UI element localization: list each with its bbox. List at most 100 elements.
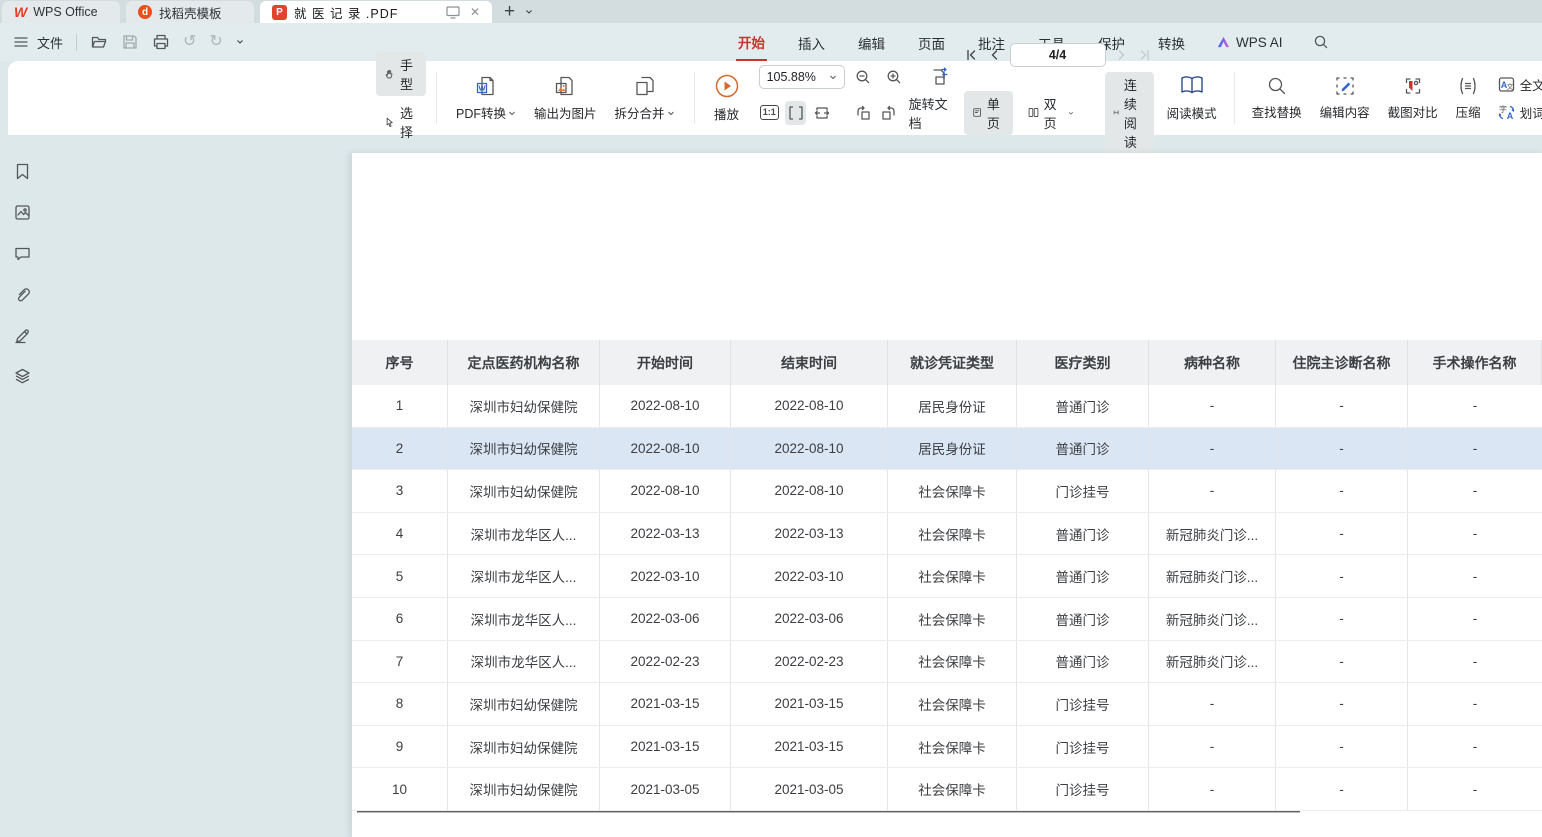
read-mode-button[interactable]: 阅读模式 xyxy=(1158,68,1226,128)
double-page-label: 双页 xyxy=(1044,94,1063,132)
open-file-icon[interactable] xyxy=(90,33,108,51)
play-button[interactable]: 播放 xyxy=(705,68,749,128)
menu-tab-edit[interactable]: 编辑 xyxy=(856,24,887,60)
edit-content-button[interactable]: 编辑内容 xyxy=(1311,68,1379,128)
cell: - xyxy=(1276,641,1408,683)
actual-size-button[interactable]: 1:1 xyxy=(759,101,780,125)
cell: 2021-03-15 xyxy=(731,683,888,725)
rotate-right-button[interactable] xyxy=(878,101,899,125)
zoom-in-button[interactable] xyxy=(881,65,907,89)
cell: - xyxy=(1149,385,1276,427)
cell: 门诊挂号 xyxy=(1017,470,1149,512)
cell: 居民身份证 xyxy=(888,428,1017,470)
select-tool-button[interactable]: 选择 xyxy=(376,100,426,144)
cell: - xyxy=(1408,768,1542,810)
cell: - xyxy=(1276,598,1408,640)
screenshot-compare-button[interactable]: 截图对比 xyxy=(1379,68,1447,128)
replace-page-button[interactable] xyxy=(926,65,952,89)
full-translate-button[interactable]: A文 全文翻译 xyxy=(1498,75,1542,94)
menu-tab-convert[interactable]: 转换 xyxy=(1156,24,1187,60)
double-page-button[interactable]: 双页 xyxy=(1020,91,1082,135)
cell: 普通门诊 xyxy=(1017,385,1149,427)
tab-document-active[interactable]: P 就 医 记 录 .PDF ✕ xyxy=(260,1,492,23)
read-mode-label: 阅读模式 xyxy=(1167,103,1217,122)
attachments-icon[interactable] xyxy=(12,284,32,304)
rotate-left-button[interactable] xyxy=(852,101,873,125)
continuous-read-button[interactable]: 连续阅读 xyxy=(1105,72,1154,154)
zoom-out-button[interactable] xyxy=(850,65,876,89)
cell: 2022-02-23 xyxy=(731,641,888,683)
menu-tab-page[interactable]: 页面 xyxy=(916,24,947,60)
cell: - xyxy=(1149,470,1276,512)
double-page-chevron-icon xyxy=(1068,109,1074,117)
tab-docer-templates[interactable]: d 找稻壳模板 xyxy=(126,1,254,23)
menu-tab-insert[interactable]: 插入 xyxy=(796,24,827,60)
cell: 新冠肺炎门诊... xyxy=(1149,555,1276,597)
thumbnails-icon[interactable] xyxy=(12,202,32,222)
rotate-doc-label[interactable]: 旋转文档 xyxy=(909,94,952,132)
menu-tab-wps-ai[interactable]: WPS AI xyxy=(1216,35,1283,50)
zoom-level-select[interactable]: 105.88% xyxy=(759,65,845,89)
quickbar-chevron-icon[interactable] xyxy=(236,38,244,46)
print-icon[interactable] xyxy=(152,33,170,51)
pdf-convert-label: PDF转换 xyxy=(456,103,506,122)
single-page-button[interactable]: 单页 xyxy=(964,91,1013,135)
export-image-button[interactable]: 输出为图片 xyxy=(525,68,606,128)
tab-close-icon[interactable]: ✕ xyxy=(470,5,480,19)
fit-page-button[interactable] xyxy=(811,101,832,125)
cell: 普通门诊 xyxy=(1017,513,1149,555)
hamburger-menu-icon[interactable] xyxy=(12,33,30,51)
save-icon[interactable] xyxy=(121,33,139,51)
table-bottom-border xyxy=(357,811,1300,813)
pdf-convert-button[interactable]: W PDF转换 xyxy=(447,68,525,128)
pdf-page[interactable]: 序号 定点医药机构名称 开始时间 结束时间 就诊凭证类型 医疗类别 病种名称 住… xyxy=(352,153,1542,837)
monitor-share-icon[interactable] xyxy=(444,3,462,21)
cell: - xyxy=(1276,385,1408,427)
cell: 2022-03-10 xyxy=(600,555,731,597)
hand-tool-button[interactable]: 手型 xyxy=(376,52,426,96)
cell: - xyxy=(1408,726,1542,768)
zoom-select-chevron-icon xyxy=(829,73,837,81)
cell: 社会保障卡 xyxy=(888,555,1017,597)
redo-icon[interactable]: ↻ xyxy=(209,34,222,50)
cell: 2022-03-06 xyxy=(600,598,731,640)
tab-list-chevron-icon[interactable] xyxy=(525,8,533,16)
header-cell: 住院主诊断名称 xyxy=(1276,340,1408,385)
word-translate-button[interactable]: 字A 划词翻译 xyxy=(1498,103,1542,122)
cell: 深圳市龙华区人... xyxy=(448,555,600,597)
tab-wps-office[interactable]: W WPS Office xyxy=(2,1,120,23)
compress-button[interactable]: 压缩 xyxy=(1447,68,1490,128)
pdf-file-icon: P xyxy=(272,5,287,20)
file-menu-button[interactable]: 文件 xyxy=(37,33,63,52)
layers-icon[interactable] xyxy=(12,366,32,386)
cell: - xyxy=(1408,428,1542,470)
split-merge-chevron-icon xyxy=(667,109,675,117)
tab-docer-label: 找稻壳模板 xyxy=(159,3,222,22)
menu-search-icon[interactable] xyxy=(1312,33,1330,51)
last-page-button[interactable] xyxy=(1138,48,1152,62)
fit-width-button[interactable] xyxy=(785,101,806,125)
cell: 社会保障卡 xyxy=(888,641,1017,683)
cell: 社会保障卡 xyxy=(888,726,1017,768)
cell: - xyxy=(1276,470,1408,512)
undo-icon[interactable]: ↺ xyxy=(183,34,196,50)
menu-tab-home[interactable]: 开始 xyxy=(736,23,767,61)
split-merge-button[interactable]: 拆分合并 xyxy=(606,68,684,128)
new-tab-button[interactable]: + xyxy=(504,2,515,21)
single-page-label: 单页 xyxy=(987,94,1005,132)
find-replace-button[interactable]: 查找替换 xyxy=(1243,68,1311,128)
prev-page-button[interactable] xyxy=(987,48,1001,62)
next-page-button[interactable] xyxy=(1115,48,1129,62)
bookmarks-icon[interactable] xyxy=(12,161,32,181)
svg-text:文: 文 xyxy=(1506,82,1513,91)
page-number-input[interactable]: 4/4 xyxy=(1010,43,1106,67)
comments-icon[interactable] xyxy=(12,243,32,263)
first-page-button[interactable] xyxy=(964,48,978,62)
compress-label: 压缩 xyxy=(1456,102,1481,121)
table-row: 6深圳市龙华区人...2022-03-062022-03-06社会保障卡普通门诊… xyxy=(352,598,1542,641)
signature-icon[interactable] xyxy=(12,325,32,345)
cell: 2021-03-15 xyxy=(600,726,731,768)
table-row: 10深圳市妇幼保健院2021-03-052021-03-05社会保障卡门诊挂号-… xyxy=(352,768,1542,811)
hand-icon xyxy=(384,66,395,82)
cell: 普通门诊 xyxy=(1017,428,1149,470)
